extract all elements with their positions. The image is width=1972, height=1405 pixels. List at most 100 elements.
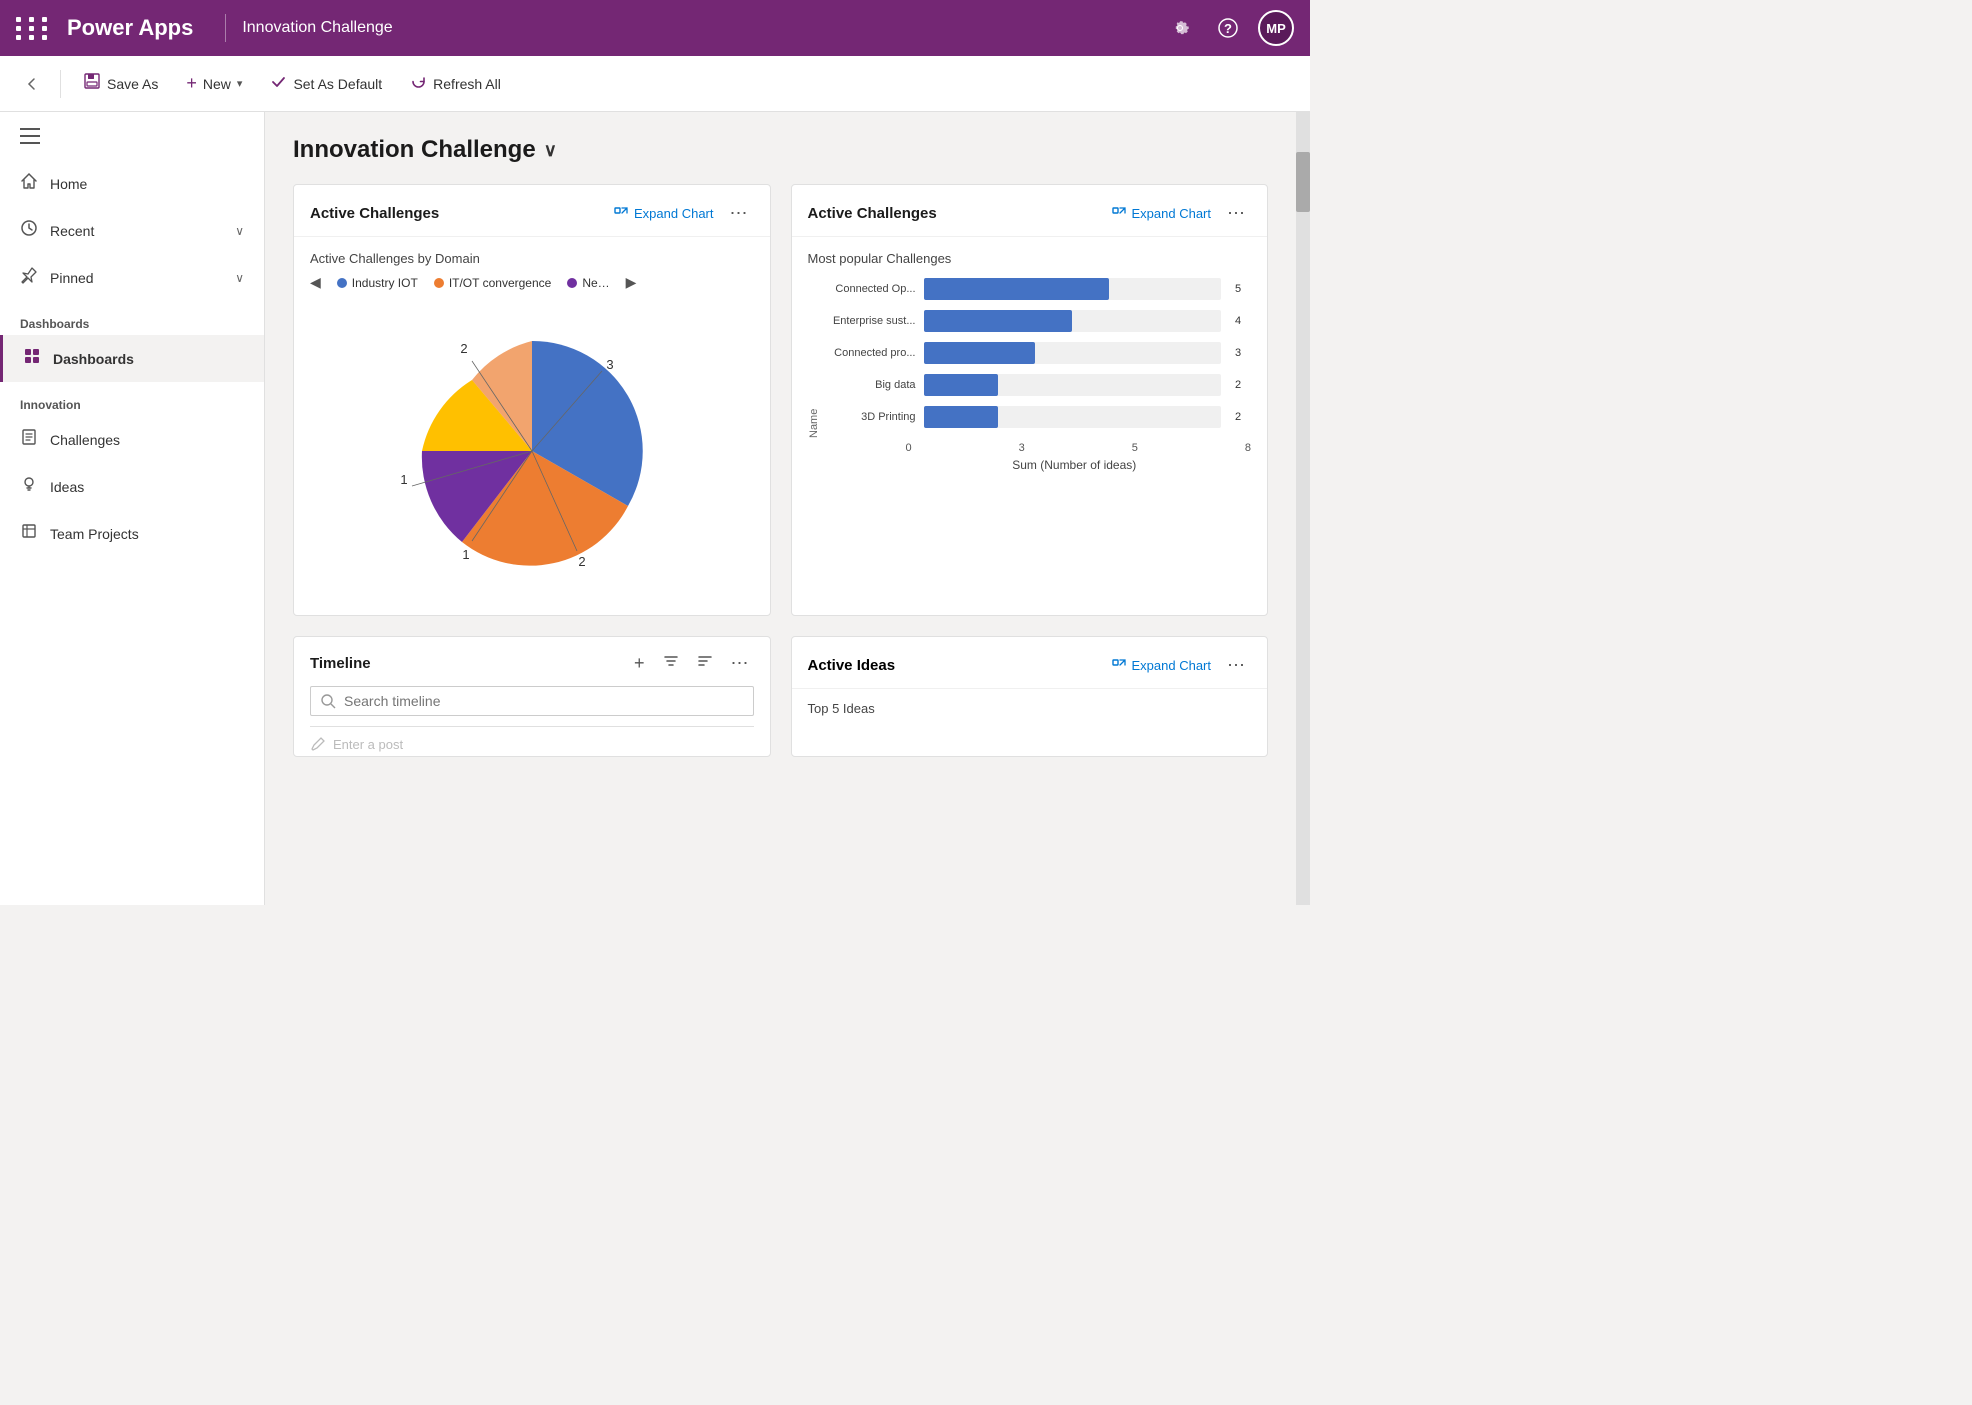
page-title: Innovation Challenge ∨ [293, 136, 1268, 164]
gear-icon[interactable] [1162, 10, 1198, 46]
legend-label-2: Ne… [582, 276, 609, 290]
legend-dot-1 [434, 278, 444, 288]
pie-expand-label: Expand Chart [634, 206, 714, 221]
legend-item-2: Ne… [567, 276, 609, 290]
ideas-expand-button[interactable]: Expand Chart [1111, 658, 1212, 674]
refresh-all-button[interactable]: Refresh All [400, 67, 511, 101]
sidebar-item-ideas[interactable]: Ideas [0, 463, 264, 510]
ideas-card-more[interactable]: ⋯ [1221, 653, 1251, 678]
sidebar-ideas-label: Ideas [50, 479, 84, 495]
scrollbar-track[interactable] [1296, 112, 1310, 905]
sidebar-home-label: Home [50, 176, 87, 192]
timeline-title: Timeline [310, 655, 629, 672]
app-grid-icon[interactable] [16, 17, 51, 40]
sidebar-item-team-projects[interactable]: Team Projects [0, 510, 264, 557]
active-ideas-card: Active Ideas Expand Chart ⋯ Top 5 Ideas [791, 636, 1269, 757]
bar-track-4 [924, 406, 1222, 428]
recent-icon [20, 219, 38, 242]
bar-label-1: Enterprise sust... [826, 315, 916, 327]
sidebar-pinned-label: Pinned [50, 270, 94, 286]
bar-track-3 [924, 374, 1222, 396]
bar-x-title: Sum (Number of ideas) [808, 458, 1252, 472]
ideas-icon [20, 475, 38, 498]
timeline-actions: + ⋯ [629, 651, 754, 676]
legend-label-0: Industry IOT [352, 276, 418, 290]
legend-prev[interactable]: ◀ [310, 274, 321, 291]
bar-card-more[interactable]: ⋯ [1221, 201, 1251, 226]
legend-dot-0 [337, 278, 347, 288]
sidebar-menu-button[interactable] [0, 112, 264, 160]
bar-subtitle: Most popular Challenges [808, 251, 1252, 266]
timeline-filter-button[interactable] [658, 651, 684, 676]
save-as-label: Save As [107, 76, 158, 92]
help-icon[interactable]: ? [1210, 10, 1246, 46]
top-nav: Power Apps Innovation Challenge ? MP [0, 0, 1310, 56]
bar-track-1 [924, 310, 1222, 332]
brand-name[interactable]: Power Apps [67, 15, 193, 41]
nav-icons: ? MP [1162, 10, 1294, 46]
bar-value-3: 2 [1235, 379, 1251, 391]
timeline-post-area[interactable]: Enter a post [310, 726, 754, 752]
sidebar-item-challenges[interactable]: Challenges [0, 416, 264, 463]
new-button[interactable]: + New ▾ [176, 67, 252, 100]
nav-divider [225, 14, 226, 42]
home-icon [20, 172, 38, 195]
bar-value-4: 2 [1235, 411, 1251, 423]
x-tick-2: 5 [1132, 442, 1138, 454]
page-title-chevron[interactable]: ∨ [544, 140, 557, 161]
back-button[interactable] [16, 68, 48, 100]
bar-expand-label: Expand Chart [1132, 206, 1212, 221]
main-layout: Home Recent ∨ Pinned ∨ Dashboards Dashbo… [0, 112, 1310, 905]
active-challenges-pie-card: Active Challenges Expand Chart ⋯ Active … [293, 184, 771, 616]
sidebar-section-dashboards: Dashboards [0, 301, 264, 335]
legend-next[interactable]: ▶ [626, 274, 637, 291]
bar-fill-3 [924, 374, 998, 396]
legend-label-1: IT/OT convergence [449, 276, 552, 290]
sidebar-team-projects-label: Team Projects [50, 526, 139, 542]
bar-fill-2 [924, 342, 1036, 364]
timeline-more-button[interactable]: ⋯ [726, 651, 754, 676]
svg-text:2: 2 [460, 341, 467, 356]
svg-text:1: 1 [462, 547, 469, 562]
ideas-expand-label: Expand Chart [1132, 658, 1212, 673]
ideas-subtitle: Top 5 Ideas [792, 689, 1268, 724]
recent-chevron[interactable]: ∨ [235, 224, 244, 238]
sidebar-item-dashboards[interactable]: Dashboards [0, 335, 264, 382]
bar-label-4: 3D Printing [826, 411, 916, 423]
bar-value-1: 4 [1235, 315, 1251, 327]
timeline-search-icon [321, 694, 336, 709]
pinned-chevron[interactable]: ∨ [235, 271, 244, 285]
set-as-default-button[interactable]: Set As Default [260, 67, 392, 101]
svg-text:?: ? [1224, 21, 1232, 36]
bar-track-2 [924, 342, 1222, 364]
sidebar-dashboards-label: Dashboards [53, 351, 134, 367]
scrollbar-thumb[interactable] [1296, 152, 1310, 212]
legend-item-1: IT/OT convergence [434, 276, 552, 290]
page-title-text: Innovation Challenge [293, 136, 536, 164]
bar-row-2: Connected pro... 3 [826, 342, 1252, 364]
sidebar-item-recent[interactable]: Recent ∨ [0, 207, 264, 254]
bar-card-header: Active Challenges Expand Chart ⋯ [792, 185, 1268, 237]
timeline-sort-button[interactable] [692, 651, 718, 676]
sidebar-recent-label: Recent [50, 223, 94, 239]
pie-expand-button[interactable]: Expand Chart [613, 206, 714, 222]
dashboard-grid: Active Challenges Expand Chart ⋯ Active … [293, 184, 1268, 757]
new-label: New [203, 76, 231, 92]
svg-text:3: 3 [606, 357, 613, 372]
timeline-add-button[interactable]: + [629, 651, 650, 676]
set-as-default-label: Set As Default [293, 76, 382, 92]
new-chevron[interactable]: ▾ [237, 77, 243, 90]
timeline-search-input[interactable] [344, 693, 743, 709]
bar-chart-inner: Connected Op... 5 Enterprise sust... [826, 278, 1252, 438]
bar-y-label: Name [808, 278, 820, 438]
user-avatar[interactable]: MP [1258, 10, 1294, 46]
bar-label-3: Big data [826, 379, 916, 391]
sidebar-item-home[interactable]: Home [0, 160, 264, 207]
toolbar: Save As + New ▾ Set As Default Refresh A… [0, 56, 1310, 112]
sidebar-item-pinned[interactable]: Pinned ∨ [0, 254, 264, 301]
pie-card-more[interactable]: ⋯ [724, 201, 754, 226]
ideas-title: Active Ideas [808, 657, 1111, 674]
bar-fill-1 [924, 310, 1073, 332]
bar-expand-button[interactable]: Expand Chart [1111, 206, 1212, 222]
save-as-button[interactable]: Save As [73, 66, 168, 101]
